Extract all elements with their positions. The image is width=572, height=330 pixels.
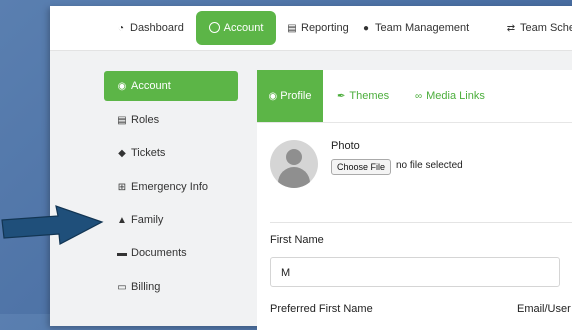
sitemap-icon: ▲ xyxy=(117,215,127,226)
sidebar-item-documents[interactable]: ▬ Documents xyxy=(104,238,238,268)
link-icon: ∞ xyxy=(415,91,423,102)
sidebar-item-account[interactable]: ◉ Account xyxy=(104,71,238,101)
profile-card: ◉ Profile ✒ Themes ∞ Media Links Photo Choo… xyxy=(257,70,572,330)
annotation-arrow-icon xyxy=(1,205,104,245)
email-label: Email/User xyxy=(517,303,571,315)
user-circle-icon: ◉ xyxy=(268,91,278,102)
app-window: ◔ Dashboard Account ▤ Reporting ● Team Mana… xyxy=(50,6,572,330)
avatar-body xyxy=(278,167,310,188)
first-name-label: First Name xyxy=(270,234,324,246)
folder-icon: ▬ xyxy=(117,248,127,259)
exchange-icon: ⇄ xyxy=(506,23,516,34)
sidebar-item-family[interactable]: ▲ Family xyxy=(104,205,238,235)
sidebar-item-tickets[interactable]: ◆ Tickets xyxy=(104,138,238,168)
tab-profile[interactable]: ◉ Profile xyxy=(257,70,323,122)
ticket-icon: ◆ xyxy=(118,148,126,159)
nav-team-management[interactable]: ● Team Management xyxy=(360,17,469,39)
avatar-head xyxy=(286,149,302,165)
id-card-icon: ▤ xyxy=(117,115,127,126)
avatar xyxy=(270,140,318,188)
sidebar-item-billing[interactable]: ▭ Billing xyxy=(104,272,238,302)
nav-account[interactable]: Account xyxy=(196,11,276,45)
report-icon: ▤ xyxy=(287,23,297,34)
brush-icon: ✒ xyxy=(337,91,346,102)
plus-square-icon: ⊞ xyxy=(117,182,127,193)
top-navigation: ◔ Dashboard Account ▤ Reporting ● Team Mana… xyxy=(50,6,572,51)
photo-label: Photo xyxy=(331,140,360,152)
profile-tabs: ◉ Profile ✒ Themes ∞ Media Links xyxy=(257,70,572,123)
preferred-first-name-label: Preferred First Name xyxy=(270,303,373,315)
sidebar-item-emergency-info[interactable]: ⊞ Emergency Info xyxy=(104,172,238,202)
user-circle-icon xyxy=(208,22,220,33)
choose-file-button[interactable]: Choose File xyxy=(331,159,392,175)
tab-themes[interactable]: ✒ Themes xyxy=(337,70,389,122)
nav-team-schedule[interactable]: ⇄ Team Sche xyxy=(505,17,572,39)
first-name-field[interactable]: M xyxy=(270,257,560,287)
file-status-text: no file selected xyxy=(396,160,463,171)
section-divider xyxy=(270,222,572,223)
team-icon: ● xyxy=(362,23,370,34)
user-circle-icon: ◉ xyxy=(117,81,127,92)
credit-card-icon: ▭ xyxy=(117,282,127,293)
dashboard-icon: ◔ xyxy=(117,23,125,34)
sidebar-item-roles[interactable]: ▤ Roles xyxy=(104,105,238,135)
tab-media-links[interactable]: ∞ Media Links xyxy=(415,70,485,122)
nav-reporting[interactable]: ▤ Reporting xyxy=(286,17,348,39)
nav-dashboard[interactable]: ◔ Dashboard xyxy=(115,17,184,39)
